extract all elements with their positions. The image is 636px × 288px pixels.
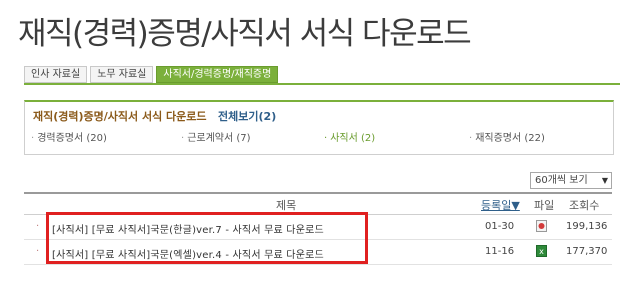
post-table: 제목 등록일▼ 파일 조회수 · [사직서] [무료 사직서]국문(한글)ver… [24,192,612,265]
post-views: 199,136 [566,221,608,232]
post-title-link[interactable]: [사직서] [무료 사직서]국문(한글)ver.7 - 사직서 무료 다운로드 [52,221,324,236]
category-label: 근로계약서 (7) [187,133,251,144]
header-views: 조회수 [569,199,600,212]
row-bullet-icon: · [36,221,40,232]
section-tabs: 인사 자료실 노무 자료실 사직서/경력증명/재직증명 [24,66,281,83]
table-header: 제목 등록일▼ 파일 조회수 [24,192,612,215]
category-label: 재직증명서 (22) [475,133,545,144]
post-date: 01-30 [485,221,515,232]
category-employment-certificate[interactable]: · 재직증명서 (22) [469,129,545,144]
list-size-select[interactable]: 60개씩 보기 ▼ [530,172,612,189]
view-all-link[interactable]: 전체보기(2) [218,110,276,123]
tab-underline [24,83,620,85]
post-title-link[interactable]: [사직서] [무료 사직서]국문(엑셀)ver.4 - 사직서 무료 다운로드 [52,246,324,261]
bullet-icon: · [181,133,185,144]
tab-labor-resources[interactable]: 노무 자료실 [90,66,154,83]
category-heading: 재직(경력)증명/사직서 서식 다운로드 전체보기(2) [33,108,276,124]
category-title: 재직(경력)증명/사직서 서식 다운로드 [33,110,207,123]
table-row: · [사직서] [무료 사직서]국문(한글)ver.7 - 사직서 무료 다운로… [24,215,612,240]
bullet-icon: · [324,133,328,144]
table-row: · [사직서] [무료 사직서]국문(엑셀)ver.4 - 사직서 무료 다운로… [24,240,612,265]
tab-resignation-certificates[interactable]: 사직서/경력증명/재직증명 [156,66,279,83]
page-title: 재직(경력)증명/사직서 서식 다운로드 [18,16,472,52]
tab-hr-resources[interactable]: 인사 자료실 [24,66,88,83]
header-file: 파일 [534,199,555,212]
category-resignation[interactable]: · 사직서 (2) [324,129,375,144]
pdf-file-icon[interactable] [536,220,547,232]
category-label: 사직서 (2) [330,133,376,144]
bullet-icon: · [469,133,473,144]
category-label: 경력증명서 (20) [37,133,107,144]
post-date: 11-16 [485,246,515,257]
post-views: 177,370 [566,246,608,257]
bullet-icon: · [31,133,35,144]
category-career-certificate[interactable]: · 경력증명서 (20) [31,129,107,144]
category-list: · 경력증명서 (20) · 근로계약서 (7) · 사직서 (2) · 재직증명서 (… [25,129,613,144]
chevron-down-icon: ▼ [601,176,608,185]
category-labor-contract[interactable]: · 근로계약서 (7) [181,129,251,144]
excel-file-icon[interactable]: x [536,245,547,257]
row-bullet-icon: · [36,246,40,257]
header-date-sort[interactable]: 등록일▼ [481,197,520,213]
list-size-value: 60개씩 보기 [535,175,588,186]
svg-text:x: x [539,247,544,256]
category-box: 재직(경력)증명/사직서 서식 다운로드 전체보기(2) · 경력증명서 (20)… [24,100,614,155]
header-title: 제목 [276,199,297,212]
